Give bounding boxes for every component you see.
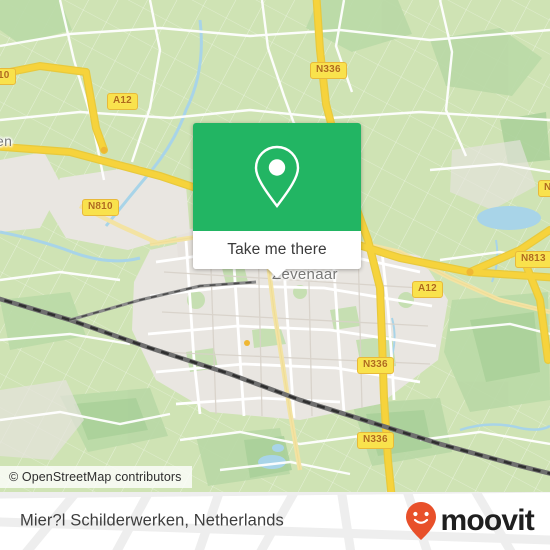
road-shield[interactable]: N810 bbox=[82, 199, 119, 216]
road-shield-clipped[interactable]: 10 bbox=[0, 68, 16, 85]
road-shield[interactable]: N336 bbox=[310, 62, 347, 79]
moovit-brand[interactable]: moovit bbox=[404, 501, 535, 541]
road-shield[interactable]: N336 bbox=[357, 357, 394, 374]
moovit-wordmark: moovit bbox=[440, 504, 534, 537]
location-popup-card[interactable]: Take me there bbox=[193, 123, 361, 278]
moovit-smiley-pin-icon bbox=[406, 502, 437, 540]
osm-attribution-text: © OpenStreetMap contributors bbox=[9, 470, 182, 484]
road-shield[interactable]: N336 bbox=[357, 432, 394, 449]
popup-pointer bbox=[267, 268, 287, 278]
moovit-map-screenshot: N336 A12 N810 A12 N336 N336 N813 10 N Ze… bbox=[0, 0, 550, 550]
place-label-clipped: en bbox=[0, 133, 13, 149]
road-shield-clipped[interactable]: N bbox=[538, 180, 550, 197]
popup-footer[interactable]: Take me there bbox=[193, 231, 361, 278]
osm-attribution[interactable]: © OpenStreetMap contributors bbox=[0, 466, 192, 488]
map-pin-icon bbox=[254, 145, 300, 208]
popup-header bbox=[193, 123, 361, 231]
take-me-there-label: Take me there bbox=[227, 241, 327, 258]
road-shield[interactable]: N813 bbox=[515, 251, 550, 268]
location-title: Mier?l Schilderwerken, Netherlands bbox=[20, 511, 284, 530]
map-canvas[interactable]: N336 A12 N810 A12 N336 N336 N813 10 N Ze… bbox=[0, 0, 550, 492]
road-shield[interactable]: A12 bbox=[107, 93, 138, 110]
road-shield[interactable]: A12 bbox=[412, 281, 443, 298]
footer-bar: Mier?l Schilderwerken, Netherlands moovi… bbox=[0, 492, 550, 550]
